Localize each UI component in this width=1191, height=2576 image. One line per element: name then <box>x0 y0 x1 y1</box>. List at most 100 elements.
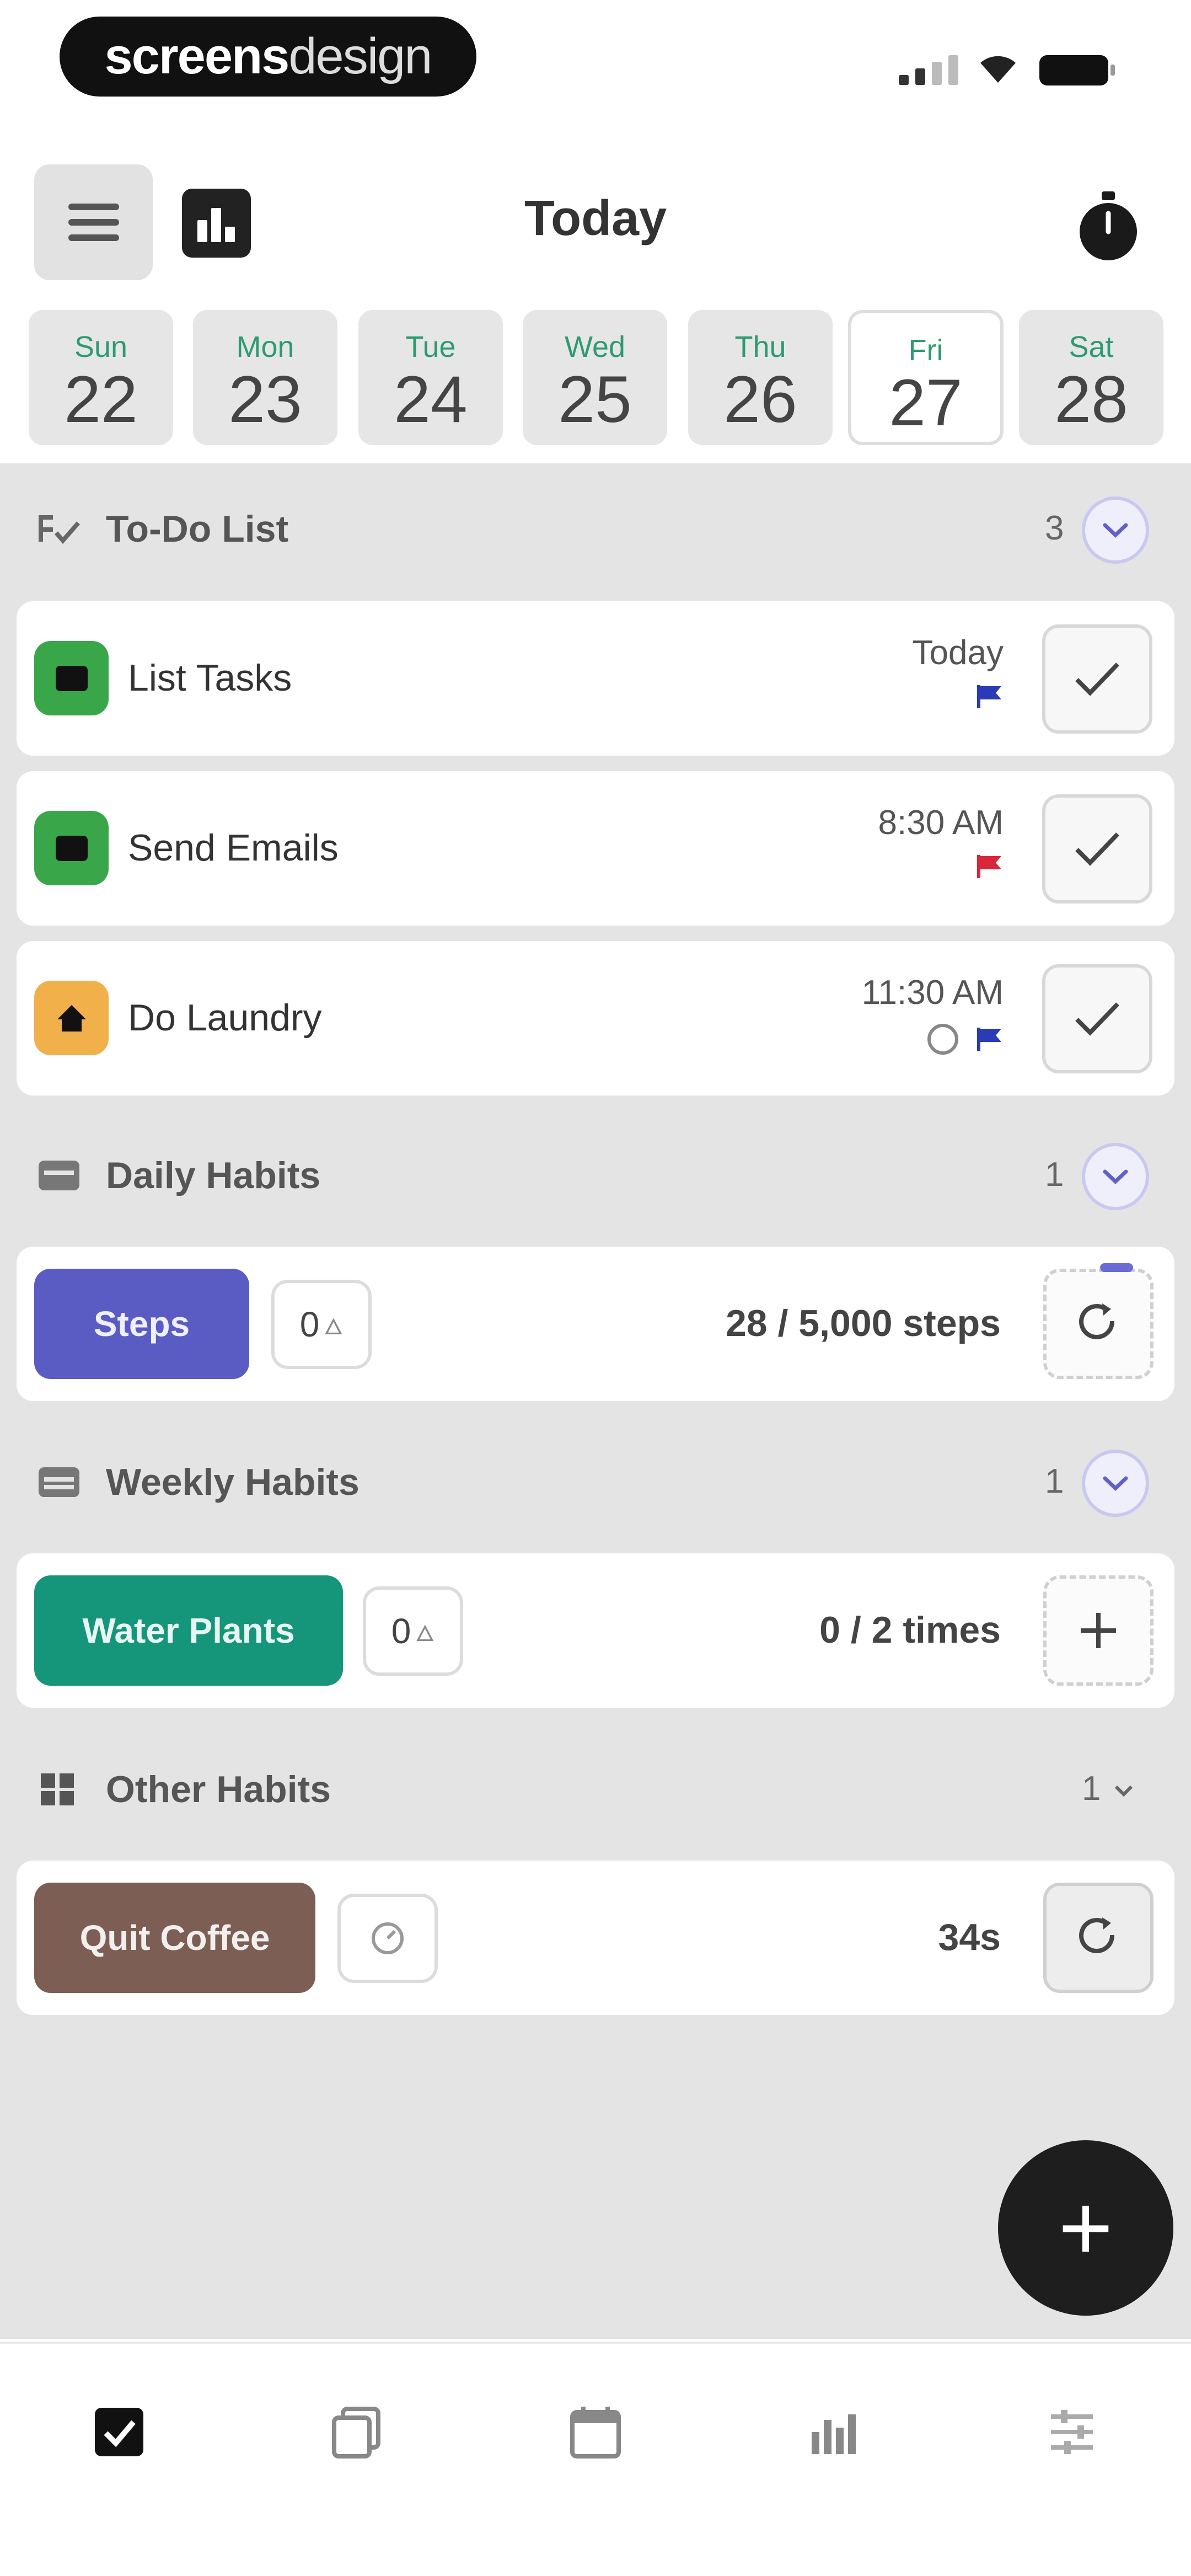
complete-task-button[interactable] <box>1042 794 1152 904</box>
reset-habit-button[interactable] <box>1043 1883 1154 1993</box>
task-card[interactable]: List Tasks Today <box>17 601 1174 756</box>
task-card[interactable]: Do Laundry 11:30 AM <box>17 941 1174 1095</box>
plus-icon <box>1081 1613 1116 1648</box>
tab-calendar[interactable] <box>562 2399 629 2465</box>
tab-journal[interactable] <box>323 2399 389 2465</box>
brand-logo-bold: screens <box>104 28 290 84</box>
section-count: 1 <box>1045 1462 1064 1500</box>
complete-task-button[interactable] <box>1042 964 1152 1073</box>
calendar-day-icon <box>39 1161 79 1190</box>
flag-icon <box>977 685 1001 708</box>
chevron-down-icon <box>1103 1476 1128 1491</box>
section-title: To-Do List <box>106 508 289 550</box>
day-name: Fri <box>908 334 943 367</box>
habit-name-pill[interactable]: Steps <box>34 1269 249 1379</box>
streak-counter: 0 🜂 <box>271 1280 372 1369</box>
habit-card[interactable]: Steps 0 🜂 28 / 5,000 steps <box>17 1247 1174 1401</box>
section-count: 1 <box>1082 1770 1101 1808</box>
tab-settings[interactable] <box>1039 2399 1105 2465</box>
section-title: Daily Habits <box>106 1155 321 1196</box>
stopwatch-icon[interactable] <box>1075 190 1141 262</box>
habit-card[interactable]: Quit Coffee 34s <box>17 1861 1174 2015</box>
day-fri-selected[interactable]: Fri 27 <box>848 310 1004 445</box>
flag-icon <box>977 855 1001 878</box>
brand-logo-light: design <box>288 28 432 84</box>
task-time: 8:30 AM <box>878 804 1004 842</box>
tab-today[interactable] <box>86 2399 152 2465</box>
day-number: 24 <box>394 362 468 436</box>
complete-task-button[interactable] <box>1042 624 1152 734</box>
habit-progress: 34s <box>938 1916 1001 1958</box>
task-time: Today <box>912 634 1004 672</box>
day-name: Tue <box>405 330 456 364</box>
briefcase-icon <box>34 811 109 885</box>
day-number: 26 <box>723 362 797 436</box>
check-icon <box>1075 662 1119 696</box>
home-icon <box>34 981 109 1055</box>
refresh-icon <box>1079 1303 1115 1339</box>
day-name: Sun <box>74 330 128 364</box>
collapse-toggle[interactable] <box>1102 1757 1146 1824</box>
task-meta <box>975 854 1004 879</box>
habit-name-pill[interactable]: Quit Coffee <box>34 1883 315 1993</box>
increment-habit-button[interactable] <box>1043 1575 1154 1686</box>
status-bar: screens design <box>0 0 1191 138</box>
collapse-toggle[interactable] <box>1082 496 1149 564</box>
check-icon <box>1075 1002 1119 1036</box>
signal-icon <box>899 55 958 85</box>
section-count: 3 <box>1045 509 1064 547</box>
section-title: Other Habits <box>106 1768 331 1810</box>
reset-habit-button[interactable] <box>1043 1269 1154 1379</box>
main-content: To-Do List 3 List Tasks Today Send Email… <box>0 463 1191 2339</box>
day-number: 28 <box>1054 362 1128 436</box>
calendar-icon <box>570 2407 621 2459</box>
task-title: List Tasks <box>128 657 292 699</box>
habit-card[interactable]: Water Plants 0 🜂 0 / 2 times <box>17 1553 1174 1708</box>
weekly-habits-header: Weekly Habits 1 <box>0 1417 1191 1538</box>
stats-icon <box>812 2414 856 2454</box>
habit-name-pill[interactable]: Water Plants <box>34 1575 343 1686</box>
day-wed[interactable]: Wed 25 <box>523 310 667 445</box>
streak-value: 0 <box>391 1611 411 1651</box>
day-name: Sat <box>1069 330 1114 364</box>
habit-progress: 0 / 2 times <box>819 1609 1001 1651</box>
day-number: 22 <box>64 362 138 436</box>
check-icon <box>1075 832 1119 866</box>
week-day-strip: Sun 22 Mon 23 Tue 24 Wed 25 Thu 26 Fri 2… <box>0 310 1191 445</box>
task-meta <box>975 684 1004 709</box>
other-habits-header: Other Habits 1 <box>0 1724 1191 1845</box>
battery-icon <box>1039 55 1115 85</box>
streak-counter: 0 🜂 <box>363 1586 463 1676</box>
alarm-icon <box>927 1024 958 1055</box>
habit-progress: 28 / 5,000 steps <box>725 1302 1001 1344</box>
add-button[interactable]: + <box>998 2140 1173 2316</box>
chevron-down-icon <box>1103 1169 1128 1184</box>
chevron-down-icon <box>1114 1785 1133 1797</box>
briefcase-icon <box>34 641 109 715</box>
day-sat[interactable]: Sat 28 <box>1019 310 1163 445</box>
todo-list-icon <box>39 515 81 544</box>
tab-stats[interactable] <box>801 2399 867 2465</box>
day-name: Mon <box>236 330 294 364</box>
day-mon[interactable]: Mon 23 <box>193 310 337 445</box>
day-number: 27 <box>889 366 963 440</box>
day-number: 25 <box>558 362 632 436</box>
collapse-toggle[interactable] <box>1082 1143 1149 1210</box>
day-thu[interactable]: Thu 26 <box>688 310 833 445</box>
daily-habits-header: Daily Habits 1 <box>0 1110 1191 1231</box>
day-sun[interactable]: Sun 22 <box>29 310 173 445</box>
chevron-down-icon <box>1103 523 1128 538</box>
flame-icon: 🜂 <box>415 1622 435 1646</box>
settings-icon <box>1051 2410 1093 2454</box>
collapse-toggle[interactable] <box>1082 1450 1149 1517</box>
refresh-icon <box>1079 1917 1115 1953</box>
streak-value: 0 <box>299 1305 320 1344</box>
task-card[interactable]: Send Emails 8:30 AM <box>17 771 1174 926</box>
timer-icon <box>372 1922 404 1954</box>
day-tue[interactable]: Tue 24 <box>358 310 503 445</box>
task-time: 11:30 AM <box>861 974 1004 1012</box>
task-title: Send Emails <box>128 827 339 869</box>
flag-icon <box>977 1028 1001 1051</box>
todo-section-header: To-Do List 3 <box>0 463 1191 585</box>
day-number: 23 <box>228 362 302 436</box>
